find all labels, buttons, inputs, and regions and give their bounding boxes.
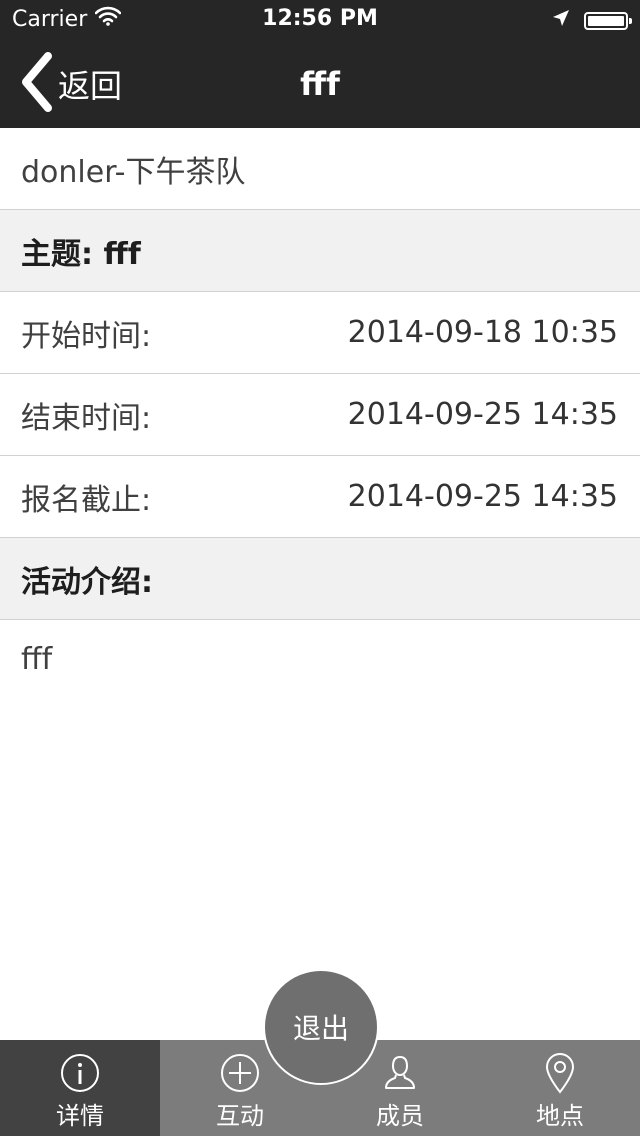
top-bar: Carrier 12:56 PM fff 返回 xyxy=(0,0,640,128)
status-bar: Carrier 12:56 PM xyxy=(0,0,640,40)
end-time-label: 结束时间: xyxy=(21,400,152,436)
end-time-value: 2014-09-25 14:35 xyxy=(347,397,618,432)
team-name: donler-下午茶队 xyxy=(21,154,246,190)
event-details: donler-下午茶队 主题: fff 开始时间: 2014-09-18 10:… xyxy=(0,128,640,699)
tab-details[interactable]: 详情 xyxy=(0,1040,160,1136)
map-pin-icon xyxy=(539,1052,581,1094)
navigation-bar: fff 返回 xyxy=(0,40,640,128)
signup-deadline-value: 2014-09-25 14:35 xyxy=(347,479,618,514)
tab-interaction-label: 互动 xyxy=(216,1102,264,1130)
info-icon xyxy=(59,1052,101,1094)
status-right-group xyxy=(552,8,632,33)
back-label: 返回 xyxy=(58,67,123,105)
start-time-row: 开始时间: 2014-09-18 10:35 xyxy=(0,292,640,374)
intro-heading: 活动介绍: xyxy=(21,564,153,600)
exit-button-label: 退出 xyxy=(292,1012,349,1045)
topic-label: 主题: fff xyxy=(21,236,141,272)
person-icon xyxy=(379,1052,421,1094)
intro-heading-row: 活动介绍: xyxy=(0,538,640,620)
tab-location-label: 地点 xyxy=(536,1102,584,1130)
start-time-value: 2014-09-18 10:35 xyxy=(347,315,618,350)
plus-circle-icon xyxy=(219,1052,261,1094)
event-detail-screen: Carrier 12:56 PM fff 返回 donler-下午茶队 主题: … xyxy=(0,0,640,1136)
intro-text: fff xyxy=(21,642,53,677)
back-button[interactable]: 返回 xyxy=(18,52,123,116)
signup-deadline-row: 报名截止: 2014-09-25 14:35 xyxy=(0,456,640,538)
start-time-label: 开始时间: xyxy=(21,318,152,354)
tab-location[interactable]: 地点 xyxy=(480,1040,640,1136)
location-arrow-icon xyxy=(552,8,570,33)
signup-deadline-label: 报名截止: xyxy=(21,482,152,518)
topic-row: 主题: fff xyxy=(0,210,640,292)
tab-members-label: 成员 xyxy=(376,1102,424,1130)
team-name-row: donler-下午茶队 xyxy=(0,128,640,210)
status-time: 12:56 PM xyxy=(262,6,378,31)
exit-button[interactable]: 退出 xyxy=(263,969,379,1085)
tab-details-label: 详情 xyxy=(56,1102,104,1130)
chevron-left-icon xyxy=(18,52,54,116)
end-time-row: 结束时间: 2014-09-25 14:35 xyxy=(0,374,640,456)
battery-icon xyxy=(584,11,632,30)
